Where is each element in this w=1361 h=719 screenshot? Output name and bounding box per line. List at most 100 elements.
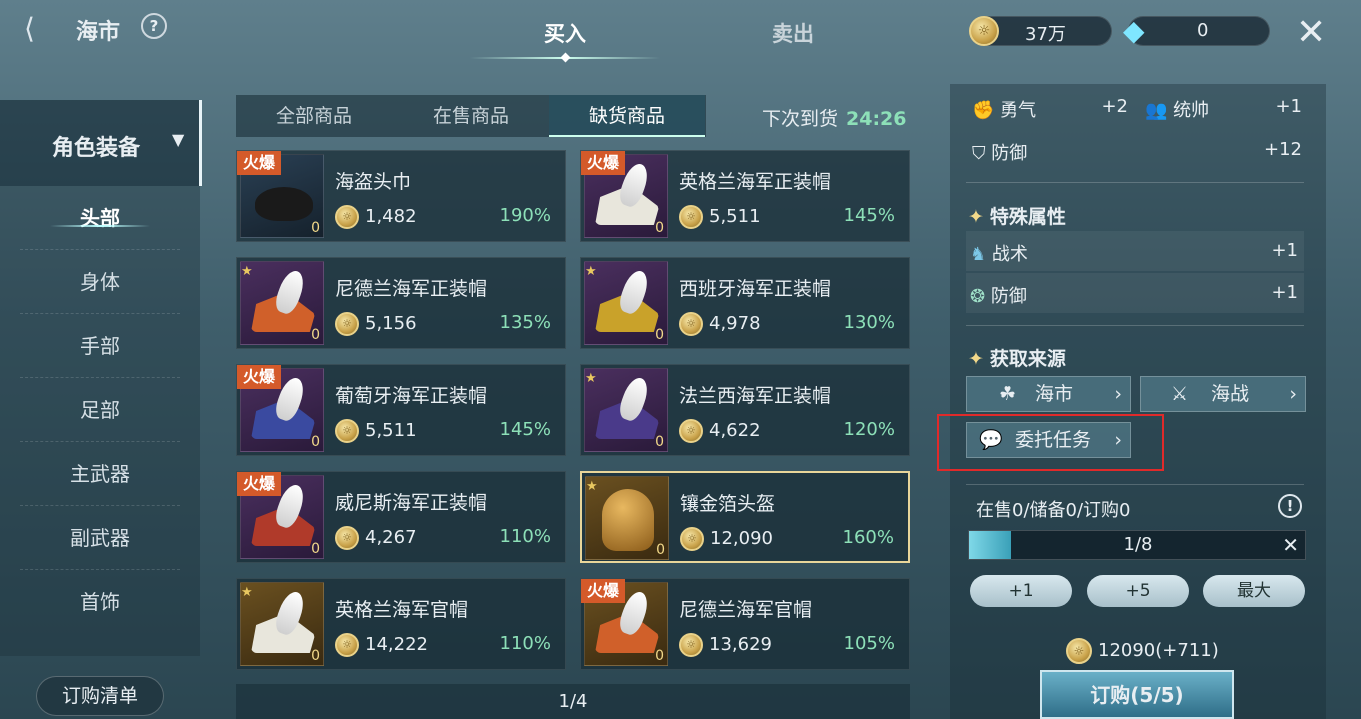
tab-sell[interactable]: 卖出 [772,18,814,48]
item-card[interactable]: 0 ★ 西班牙海军正装帽 ☼ 4,978 130% [580,257,910,349]
sparkle-icon: ✦ [968,206,984,228]
sidebar-item-head[interactable]: 头部 [20,186,180,250]
restock-timer: 下次到货 24:26 [762,104,907,131]
coin-icon: ☼ [679,633,703,657]
item-price: ☼ 14,222 [335,633,428,657]
item-name: 英格兰海军正装帽 [679,171,832,193]
item-count: 0 [655,327,664,343]
sidebar-item-jewelry[interactable]: 首饰 [20,570,180,634]
back-arrow-icon[interactable]: ⟨ [24,12,35,45]
coin-icon: ☼ [969,16,999,46]
item-name: 英格兰海军官帽 [335,599,469,621]
clear-quantity-icon[interactable]: ✕ [1282,531,1299,559]
hot-badge: 火爆 [581,579,626,603]
price-value: 4,267 [365,527,417,548]
gem-amount: 0 [1197,20,1209,41]
price-value: 1,482 [365,206,417,227]
add-one-button[interactable]: +1 [970,575,1072,607]
source-naval-battle-button[interactable]: ⚔ 海战 › [1140,376,1306,412]
item-card[interactable]: 0 ★ 法兰西海军正装帽 ☼ 4,622 120% [580,364,910,456]
info-icon[interactable]: ! [1278,494,1302,518]
special-tactics-value: +1 [1271,240,1298,261]
tab-out-of-stock[interactable]: 缺货商品 [549,95,705,137]
coin-icon: ☼ [335,312,359,336]
stock-status: 在售0/储备0/订购0 [976,500,1131,521]
category-label: 角色装备 [52,136,141,161]
item-name: 镶金箔头盔 [680,493,776,515]
tab-buy[interactable]: 买入 [544,18,586,48]
item-name: 尼德兰海军正装帽 [335,278,488,300]
price-value: 13,629 [709,634,772,655]
button-label: 海战 [1211,383,1250,405]
max-button[interactable]: 最大 [1203,575,1305,607]
attr-defense-value: +12 [1264,139,1302,160]
item-name: 西班牙海军正装帽 [679,278,832,300]
section-label: 特殊属性 [989,206,1066,228]
sidebar-item-feet[interactable]: 足部 [20,378,180,442]
tab-on-sale[interactable]: 在售商品 [393,95,549,137]
item-card[interactable]: 0 火爆 威尼斯海军正装帽 ☼ 4,267 110% [236,471,566,563]
item-card[interactable]: 0 ★ 英格兰海军官帽 ☼ 14,222 110% [236,578,566,670]
helmet-icon [602,489,654,551]
price-value: 4,978 [709,313,761,334]
attr-name: 勇气 [1000,100,1037,121]
source-market-button[interactable]: ☘ 海市 › [966,376,1131,412]
item-card[interactable]: 0 火爆 海盗头巾 ☼ 1,482 190% [236,150,566,242]
item-card[interactable]: 0 火爆 尼德兰海军官帽 ☼ 13,629 105% [580,578,910,670]
special-tactics: ♞ 战术 [970,240,1028,266]
item-percent: 135% [499,312,551,333]
close-icon[interactable]: ✕ [1296,12,1326,53]
item-percent: 190% [499,205,551,226]
item-percent: 145% [499,419,551,440]
coin-icon: ☼ [679,205,703,229]
shield-icon: ⛉ [972,143,986,164]
item-count: 0 [656,542,665,558]
fist-icon: ✊ [972,100,995,121]
item-count: 0 [311,648,320,664]
item-price: ☼ 4,978 [679,312,761,336]
item-count: 0 [311,541,320,557]
hot-badge: 火爆 [581,151,626,175]
item-count: 0 [311,220,320,236]
defense-badge-icon: ❂ [970,286,986,307]
special-defense: ❂ 防御 [970,282,1027,308]
star-icon: ★ [241,585,253,600]
price-value: 5,156 [365,313,417,334]
order-button[interactable]: 订购(5/5) [1040,670,1234,719]
divider [966,325,1304,326]
coin-icon: ☼ [679,419,703,443]
sidebar-item-sub-weapon[interactable]: 副武器 [20,506,180,570]
item-card-selected[interactable]: 0 ★ 镶金箔头盔 ☼ 12,090 160% [580,471,910,563]
item-count: 0 [311,434,320,450]
coin-icon: ☼ [679,312,703,336]
hot-badge: 火爆 [237,365,282,389]
sidebar-item-main-weapon[interactable]: 主武器 [20,442,180,506]
add-five-button[interactable]: +5 [1087,575,1189,607]
help-icon[interactable]: ? [141,13,167,39]
attr-defense: ⛉ 防御 [972,139,1027,165]
tactics-icon: ♞ [970,244,987,265]
item-price: ☼ 13,629 [679,633,772,657]
category-dropdown[interactable]: 角色装备 ▼ [0,100,202,186]
order-list-button[interactable]: 订购清单 [36,676,164,716]
restock-time: 24:26 [846,108,907,130]
attr-name: 战术 [991,244,1028,265]
chevron-right-icon: › [1289,383,1297,405]
item-percent: 130% [843,312,895,333]
coin-amount: 37万 [1025,24,1066,45]
gem-balance: ◆ 0 [1123,16,1270,46]
sidebar-item-body[interactable]: 身体 [20,250,180,314]
quantity-slider[interactable]: 1/8 ✕ [968,530,1306,560]
chevron-down-icon: ▼ [172,130,185,149]
special-defense-value: +1 [1271,282,1298,303]
item-card[interactable]: 0 ★ 尼德兰海军正装帽 ☼ 5,156 135% [236,257,566,349]
page-indicator: 1/4 [236,684,910,719]
item-card[interactable]: 0 火爆 葡萄牙海军正装帽 ☼ 5,511 145% [236,364,566,456]
tab-all-items[interactable]: 全部商品 [236,95,392,137]
item-grid: 0 火爆 海盗头巾 ☼ 1,482 190% 0 火爆 英格兰海军正装帽 ☼ 5,5… [236,150,916,670]
sidebar-list: 头部 身体 手部 足部 主武器 副武器 首饰 [0,186,200,656]
item-card[interactable]: 0 火爆 英格兰海军正装帽 ☼ 5,511 145% [580,150,910,242]
crossed-swords-icon: ⚔ [1171,383,1189,405]
sidebar-item-hands[interactable]: 手部 [20,314,180,378]
market-icon: ☘ [999,383,1017,405]
